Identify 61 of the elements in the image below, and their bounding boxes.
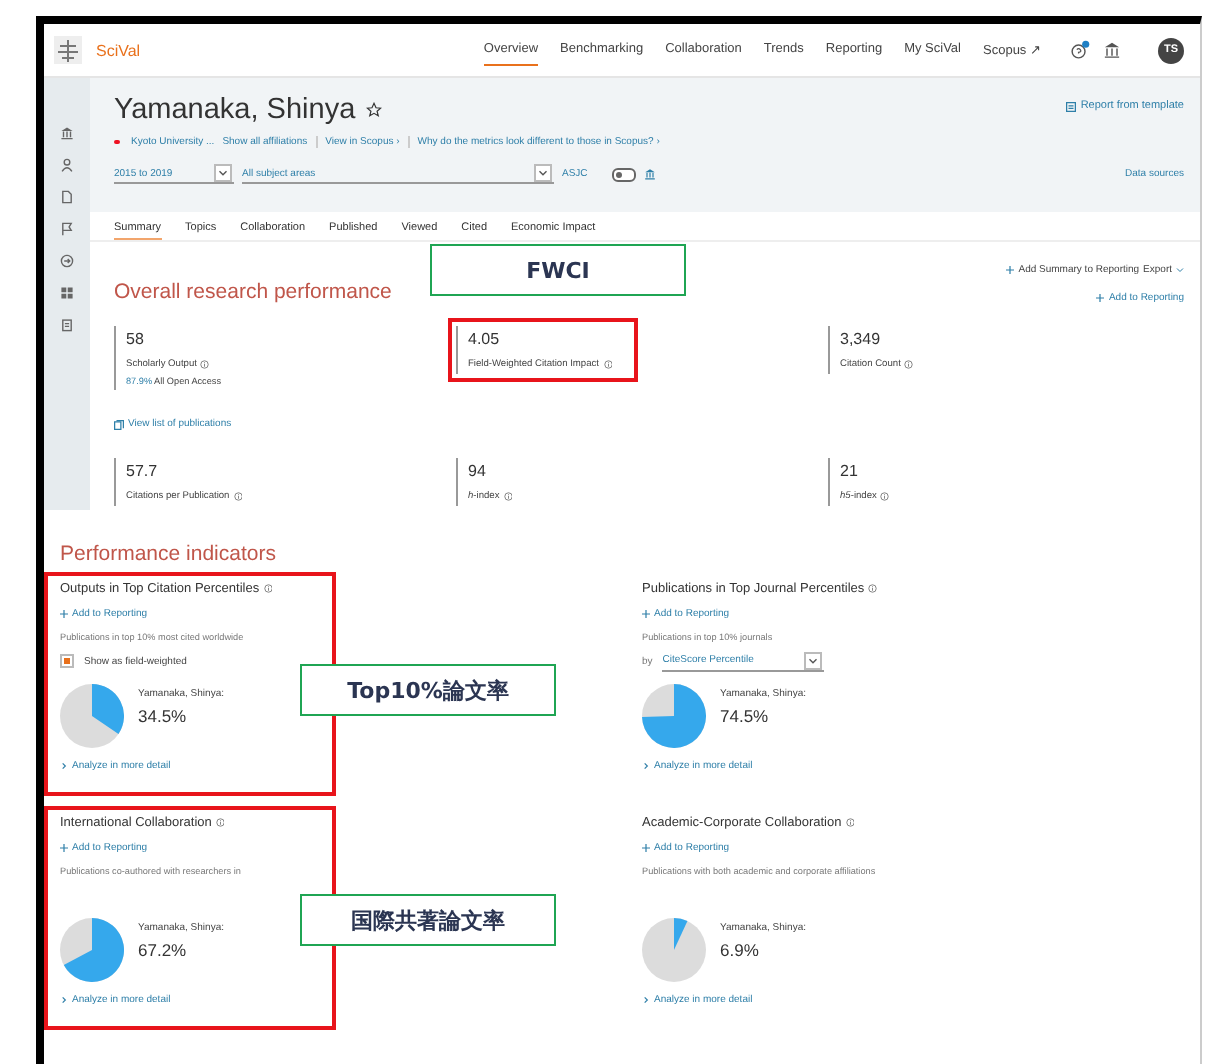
- grid-icon[interactable]: [60, 286, 74, 300]
- pie-chart: [642, 918, 706, 982]
- plus-icon[interactable]: [1006, 266, 1015, 274]
- percentage-value: 34.5%: [138, 706, 189, 726]
- pie-chart: [60, 918, 124, 982]
- metric-value: 57.7: [126, 462, 160, 480]
- info-icon[interactable]: [233, 492, 243, 502]
- plus-icon[interactable]: [1096, 294, 1105, 302]
- metric-value: 3,349: [840, 330, 883, 348]
- section-title: Performance indicators: [60, 542, 276, 566]
- clipboard-icon[interactable]: [60, 318, 74, 332]
- star-icon[interactable]: [365, 102, 382, 118]
- info-icon[interactable]: [603, 360, 612, 370]
- info-icon[interactable]: [503, 492, 513, 502]
- circle-arrow-icon[interactable]: [60, 254, 74, 268]
- bank-icon[interactable]: [643, 168, 656, 180]
- app-logo[interactable]: SciVal: [96, 41, 141, 59]
- bank-icon[interactable]: [1102, 40, 1122, 60]
- info-icon[interactable]: [845, 818, 855, 828]
- bank-icon[interactable]: [60, 126, 74, 140]
- annotation-callout: Top10%論文率: [300, 664, 556, 716]
- help-icon[interactable]: [1070, 40, 1090, 60]
- info-icon[interactable]: [200, 360, 210, 370]
- pie-chart: [60, 684, 124, 748]
- checkbox[interactable]: [60, 654, 74, 668]
- document-icon[interactable]: [60, 190, 74, 204]
- toggle-switch[interactable]: [611, 167, 636, 181]
- chevron-down-icon[interactable]: [804, 651, 823, 669]
- chevron-down-icon[interactable]: [534, 164, 552, 182]
- person-icon[interactable]: [60, 158, 74, 172]
- metric-value: 94: [468, 462, 488, 480]
- section-title: Overall research performance: [114, 280, 392, 304]
- chevron-down-icon[interactable]: [1176, 266, 1184, 274]
- metric-value: 4.05: [468, 330, 502, 348]
- flag-icon[interactable]: [60, 222, 74, 236]
- info-icon[interactable]: [263, 584, 273, 594]
- researcher-name: Yamanaka, Shinya: [114, 94, 356, 126]
- chevron-right-icon[interactable]: [642, 996, 650, 1004]
- percentage-value: 74.5%: [720, 706, 771, 726]
- info-icon[interactable]: [215, 818, 225, 828]
- info-icon[interactable]: [904, 360, 914, 370]
- metric-value: 58: [126, 330, 146, 348]
- plus-icon[interactable]: [642, 844, 650, 852]
- percentage-value: 6.9%: [720, 940, 761, 960]
- pie-chart: [642, 684, 706, 748]
- metric-value: 21: [840, 462, 860, 480]
- chevron-right-icon[interactable]: [60, 996, 68, 1004]
- chevron-right-icon[interactable]: [642, 762, 650, 770]
- percentage-value: 67.2%: [138, 940, 189, 960]
- template-icon[interactable]: [1066, 101, 1077, 111]
- plus-icon[interactable]: [642, 610, 650, 618]
- plus-icon[interactable]: [60, 610, 68, 618]
- copy-icon[interactable]: [114, 419, 124, 429]
- info-icon[interactable]: [880, 492, 890, 502]
- plus-icon[interactable]: [60, 844, 68, 852]
- affiliation-dot-icon: [114, 139, 119, 145]
- chevron-right-icon[interactable]: [60, 762, 68, 770]
- annotation-callout: FWCI: [430, 244, 686, 296]
- annotation-callout: 国際共著論文率: [300, 894, 556, 946]
- info-icon[interactable]: [868, 584, 878, 594]
- chevron-down-icon[interactable]: [214, 164, 232, 182]
